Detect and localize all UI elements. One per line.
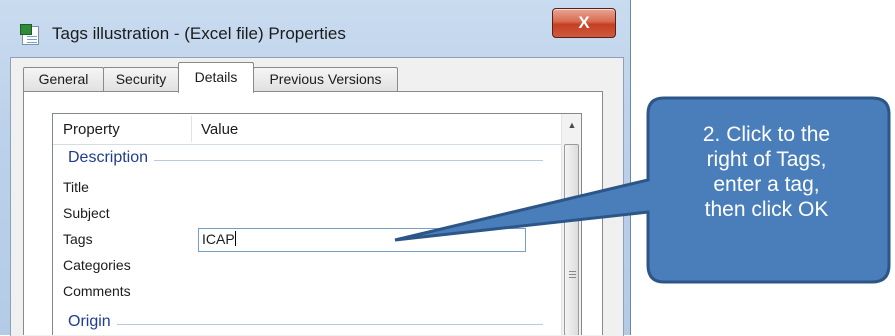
scrollbar-thumb[interactable]	[564, 144, 579, 335]
tags-value: ICAP	[202, 231, 235, 247]
property-name: Categories	[63, 257, 131, 273]
scroll-up-arrow-icon[interactable]: ▲	[562, 114, 581, 138]
column-header-property[interactable]: Property	[63, 121, 120, 138]
property-name: Title	[63, 179, 89, 195]
tab-general[interactable]: General	[23, 67, 104, 91]
group-description: Description	[53, 149, 563, 173]
property-row-categories[interactable]: Categories	[53, 254, 563, 280]
property-name: Tags	[63, 231, 93, 247]
tab-security[interactable]: Security	[103, 67, 179, 91]
group-label-origin: Origin	[68, 313, 117, 331]
property-row-comments[interactable]: Comments	[53, 280, 563, 306]
group-label-description: Description	[68, 149, 155, 167]
tab-previous-versions[interactable]: Previous Versions	[253, 67, 398, 91]
text-caret	[234, 231, 236, 246]
callout-text: 2. Click to the right of Tags, enter a t…	[702, 123, 831, 221]
close-button[interactable]: X	[552, 8, 616, 38]
grip-icon	[569, 271, 576, 272]
column-divider[interactable]	[191, 116, 192, 142]
property-row-title[interactable]: Title	[53, 176, 563, 202]
vertical-scrollbar[interactable]: ▲	[561, 114, 581, 335]
list-header: Property Value	[53, 114, 563, 145]
property-list: Property Value Description Title Subject…	[52, 113, 582, 335]
property-name: Comments	[63, 283, 131, 299]
property-row-tags[interactable]: Tags ICAP	[53, 228, 563, 254]
window-title: Tags illustration - (Excel file) Propert…	[52, 24, 346, 43]
tab-details[interactable]: Details	[178, 62, 254, 93]
property-name: Subject	[63, 205, 110, 221]
property-row-subject[interactable]: Subject	[53, 202, 563, 228]
group-origin: Origin	[53, 313, 563, 335]
excel-file-icon	[20, 24, 39, 45]
group-divider-line	[68, 324, 543, 325]
title-bar[interactable]: Tags illustration - (Excel file) Propert…	[0, 0, 630, 55]
tags-input[interactable]: ICAP	[198, 228, 526, 252]
column-header-value[interactable]: Value	[201, 121, 238, 138]
